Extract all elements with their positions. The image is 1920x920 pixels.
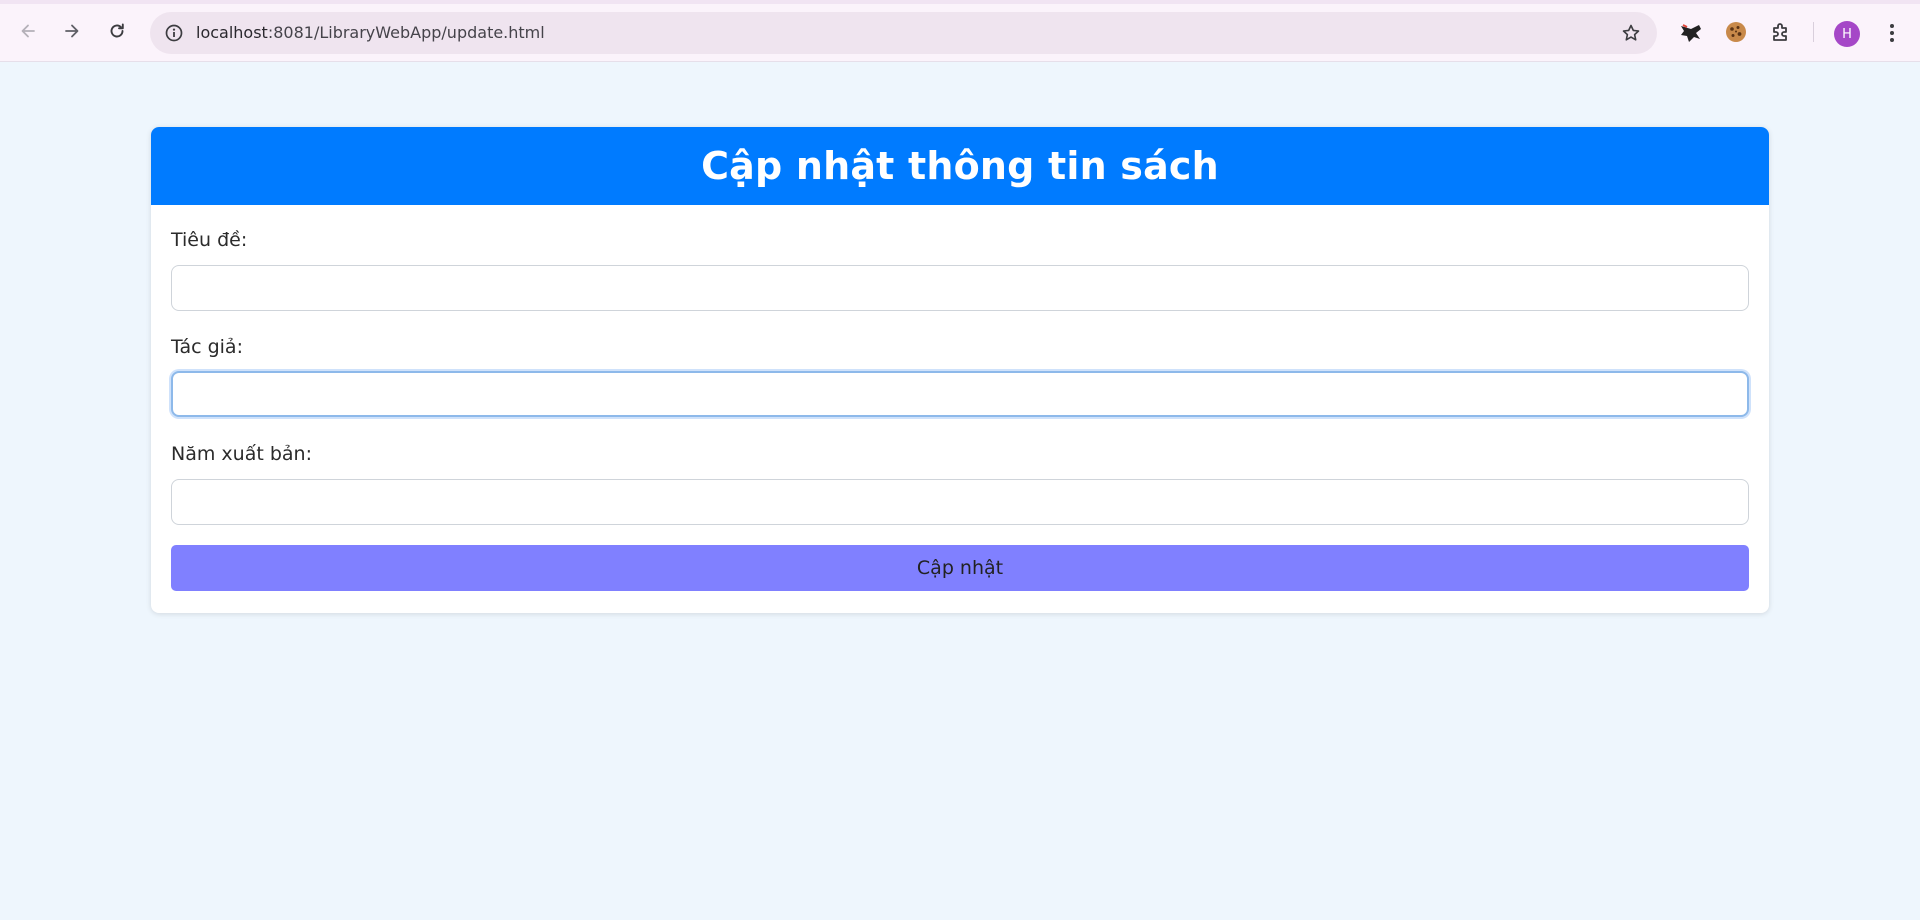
arrow-left-icon: [18, 21, 38, 46]
profile-initial: H: [1842, 26, 1852, 42]
update-button[interactable]: Cập nhật: [171, 545, 1749, 591]
profile-avatar[interactable]: H: [1834, 21, 1860, 47]
page-title: Cập nhật thông tin sách: [701, 144, 1219, 188]
info-icon[interactable]: [162, 21, 186, 45]
url-path: :8081/LibraryWebApp/update.html: [267, 23, 545, 42]
title-input[interactable]: [171, 265, 1749, 311]
toolbar-divider: [1813, 22, 1814, 42]
card-header: Cập nhật thông tin sách: [151, 127, 1769, 205]
year-label: Năm xuất bản:: [171, 443, 312, 465]
address-url[interactable]: localhost:8081/LibraryWebApp/update.html: [196, 23, 545, 42]
author-label: Tác giả:: [171, 336, 243, 358]
tab-strip-edge: [0, 0, 1920, 4]
update-book-card: Cập nhật thông tin sách Tiêu đề: Tác giả…: [151, 127, 1769, 613]
reload-button[interactable]: [100, 16, 134, 50]
title-label: Tiêu đề:: [171, 229, 248, 251]
cookie-icon[interactable]: [1721, 17, 1751, 47]
year-input[interactable]: [171, 479, 1749, 525]
star-icon[interactable]: [1619, 21, 1643, 45]
reload-icon: [107, 21, 127, 46]
address-bar[interactable]: localhost:8081/LibraryWebApp/update.html: [150, 12, 1657, 54]
more-vertical-icon[interactable]: [1880, 18, 1904, 48]
arrow-right-icon: [62, 21, 82, 46]
browser-toolbar: localhost:8081/LibraryWebApp/update.html…: [0, 0, 1920, 62]
puzzle-icon[interactable]: [1766, 17, 1796, 47]
author-input[interactable]: [171, 371, 1749, 417]
extension-icon[interactable]: [1676, 17, 1706, 47]
back-button[interactable]: [11, 16, 45, 50]
forward-button[interactable]: [55, 16, 89, 50]
url-host: localhost: [196, 23, 268, 42]
